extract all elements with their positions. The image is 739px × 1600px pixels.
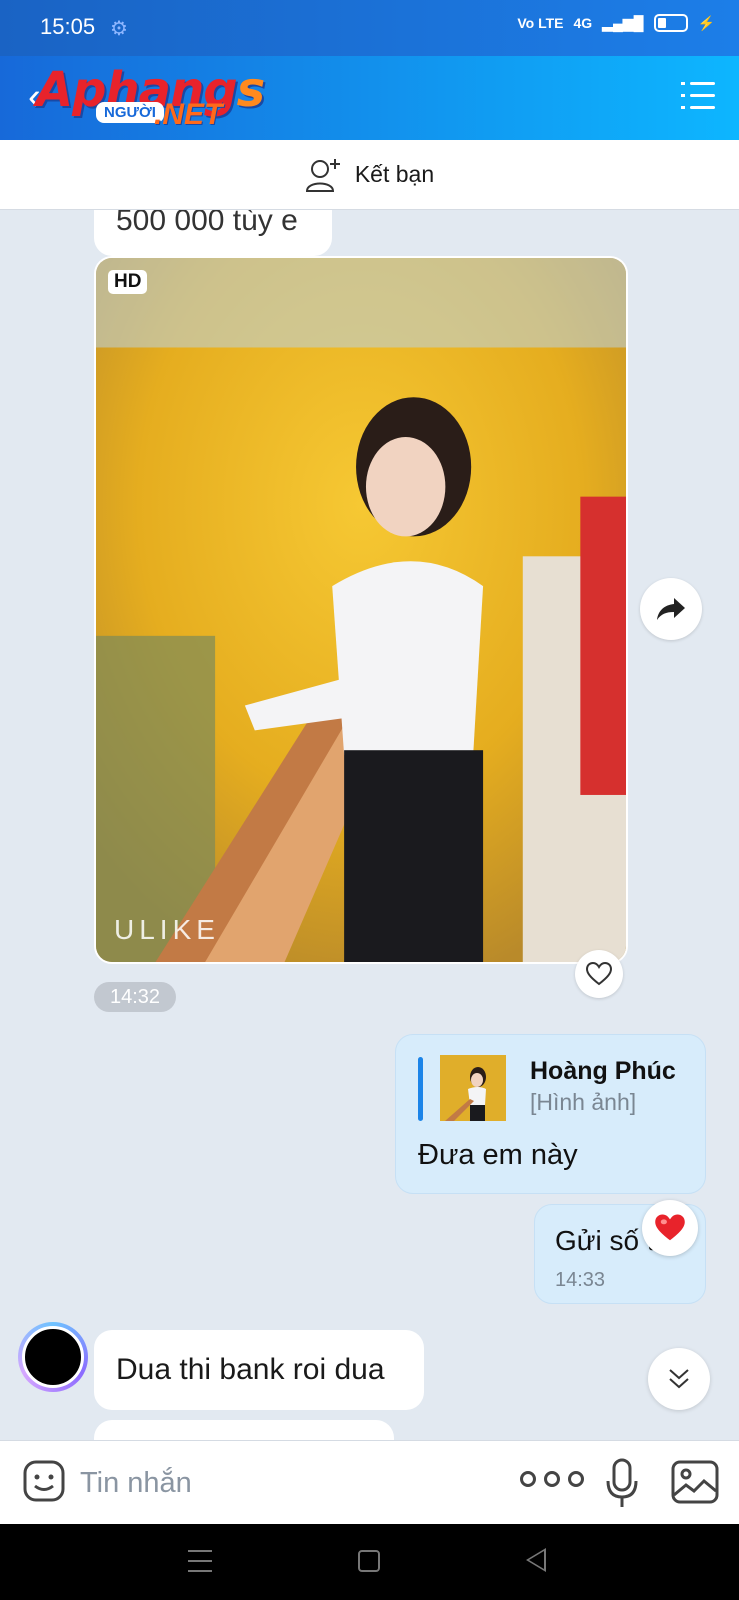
list-menu-icon[interactable] bbox=[681, 82, 715, 112]
status-indicators: Vo LTE 4G ▂▄▆█ ⚡ bbox=[517, 14, 715, 32]
photo-image bbox=[96, 258, 626, 962]
more-options-button[interactable] bbox=[520, 1471, 584, 1487]
quote-bar bbox=[418, 1057, 423, 1121]
avatar-image bbox=[22, 1326, 84, 1388]
received-photo[interactable]: HD ULIKE bbox=[94, 256, 628, 964]
scroll-to-bottom-button[interactable] bbox=[648, 1348, 710, 1410]
reaction-heart-button[interactable] bbox=[642, 1200, 698, 1256]
share-forward-button[interactable] bbox=[640, 578, 702, 640]
add-friend-bar[interactable]: Kết bạn bbox=[0, 140, 739, 210]
logo-net-text: .NET bbox=[154, 98, 223, 131]
sent-reply-message[interactable]: Hoàng Phúc [Hình ảnh] Đưa em này bbox=[395, 1034, 706, 1194]
heart-filled-icon bbox=[655, 1214, 685, 1241]
received-message-partial[interactable]: 500 000 tùy e bbox=[94, 210, 332, 256]
microphone-icon[interactable] bbox=[604, 1457, 640, 1511]
signal-label: 4G bbox=[573, 15, 593, 31]
status-time: 15:05 bbox=[40, 14, 96, 39]
received-message[interactable]: Dua thi bank roi dua bbox=[94, 1330, 424, 1410]
message-input-bar bbox=[0, 1440, 739, 1524]
battery-icon bbox=[653, 14, 688, 32]
settings-gear-icon: ⚙ bbox=[110, 18, 128, 40]
received-message-partial-bottom[interactable] bbox=[94, 1420, 394, 1440]
sent-message-time: 14:33 bbox=[555, 1269, 606, 1291]
thumbnail-image bbox=[440, 1055, 506, 1121]
image-gallery-icon[interactable] bbox=[670, 1459, 720, 1505]
photo-timestamp: 14:32 bbox=[94, 982, 176, 1012]
heart-outline-icon bbox=[586, 962, 612, 986]
share-arrow-icon bbox=[657, 598, 685, 620]
volte-label: Vo LTE bbox=[517, 15, 564, 31]
charging-icon: ⚡ bbox=[697, 14, 715, 31]
like-heart-button[interactable] bbox=[575, 950, 623, 998]
sticker-emoji-icon[interactable] bbox=[22, 1459, 66, 1503]
double-chevron-down-icon bbox=[669, 1369, 689, 1389]
system-navigation-bar bbox=[0, 1524, 739, 1600]
chat-header: ‹ Aphangs NGƯỜI .NET bbox=[0, 56, 739, 140]
reply-message-text: Đưa em này bbox=[418, 1139, 578, 1171]
photo-watermark: ULIKE bbox=[114, 914, 220, 945]
nav-home-icon[interactable] bbox=[358, 1550, 380, 1572]
sender-avatar[interactable] bbox=[18, 1322, 88, 1392]
nav-recents-icon[interactable] bbox=[188, 1550, 212, 1580]
quoted-photo-thumbnail[interactable] bbox=[440, 1055, 506, 1121]
status-bar: 15:05 ⚙ Vo LTE 4G ▂▄▆█ ⚡ bbox=[0, 0, 739, 56]
add-friend-label: Kết bạn bbox=[354, 161, 435, 187]
nav-back-icon[interactable] bbox=[526, 1548, 546, 1572]
quoted-message-type: [Hình ảnh] bbox=[530, 1089, 637, 1115]
message-input[interactable] bbox=[80, 1461, 480, 1505]
site-logo: Aphangs NGƯỜI .NET bbox=[36, 62, 265, 138]
quoted-sender-name: Hoàng Phúc bbox=[530, 1057, 676, 1085]
signal-bars-icon: ▂▄▆█ bbox=[602, 14, 644, 31]
chat-area[interactable]: 500 000 tùy e HD ULIKE 14:32 Hoàng Phúc … bbox=[0, 210, 739, 1440]
add-friend-icon bbox=[305, 158, 340, 192]
hd-badge: HD bbox=[108, 270, 148, 294]
